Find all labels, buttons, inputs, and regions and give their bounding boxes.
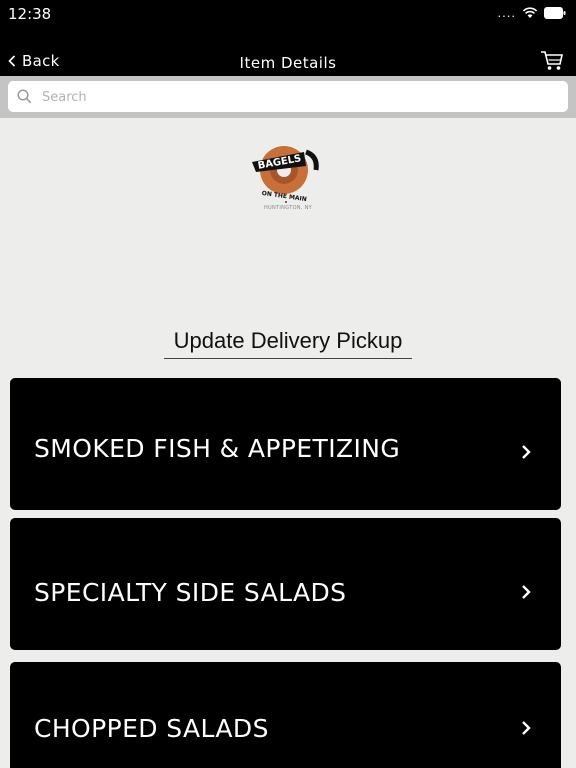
category-chopped-salads[interactable]: CHOPPED SALADS <box>10 662 561 768</box>
chevron-right-icon <box>522 445 531 459</box>
nav-bar: Back Item Details <box>0 32 576 76</box>
page-title: Item Details <box>239 54 337 72</box>
update-delivery-pickup-link[interactable]: Update Delivery Pickup <box>164 328 412 359</box>
chevron-right-icon <box>522 585 531 599</box>
chevron-right-icon <box>522 721 531 735</box>
category-label: CHOPPED SALADS <box>34 714 269 743</box>
cart-icon <box>541 51 563 70</box>
page: 12:38 .... Back Item Details Search BAGE… <box>0 0 576 768</box>
search-field[interactable] <box>8 81 568 114</box>
cart-button[interactable] <box>540 50 564 77</box>
bagels-on-the-main-logo: BAGELS ON THE MAIN <box>252 146 319 203</box>
category-specialty-side-salads[interactable]: SPECIALTY SIDE SALADS <box>10 518 561 650</box>
category-smoked-fish-appetizing[interactable]: SMOKED FISH & APPETIZING <box>10 378 561 510</box>
logo-location: HUNTINGTON, NY <box>263 205 313 211</box>
wifi-icon <box>522 7 538 18</box>
status-indicators: .... <box>498 6 566 20</box>
status-bar: 12:38 .... <box>0 0 576 32</box>
search-bar <box>0 76 576 118</box>
search-icon <box>17 89 32 104</box>
battery-icon <box>544 7 566 19</box>
category-label: SPECIALTY SIDE SALADS <box>34 578 347 607</box>
status-time: 12:38 <box>8 5 52 23</box>
search-input[interactable] <box>40 81 544 114</box>
category-label: SMOKED FISH & APPETIZING <box>34 434 401 463</box>
signal-icon: .... <box>497 5 516 20</box>
